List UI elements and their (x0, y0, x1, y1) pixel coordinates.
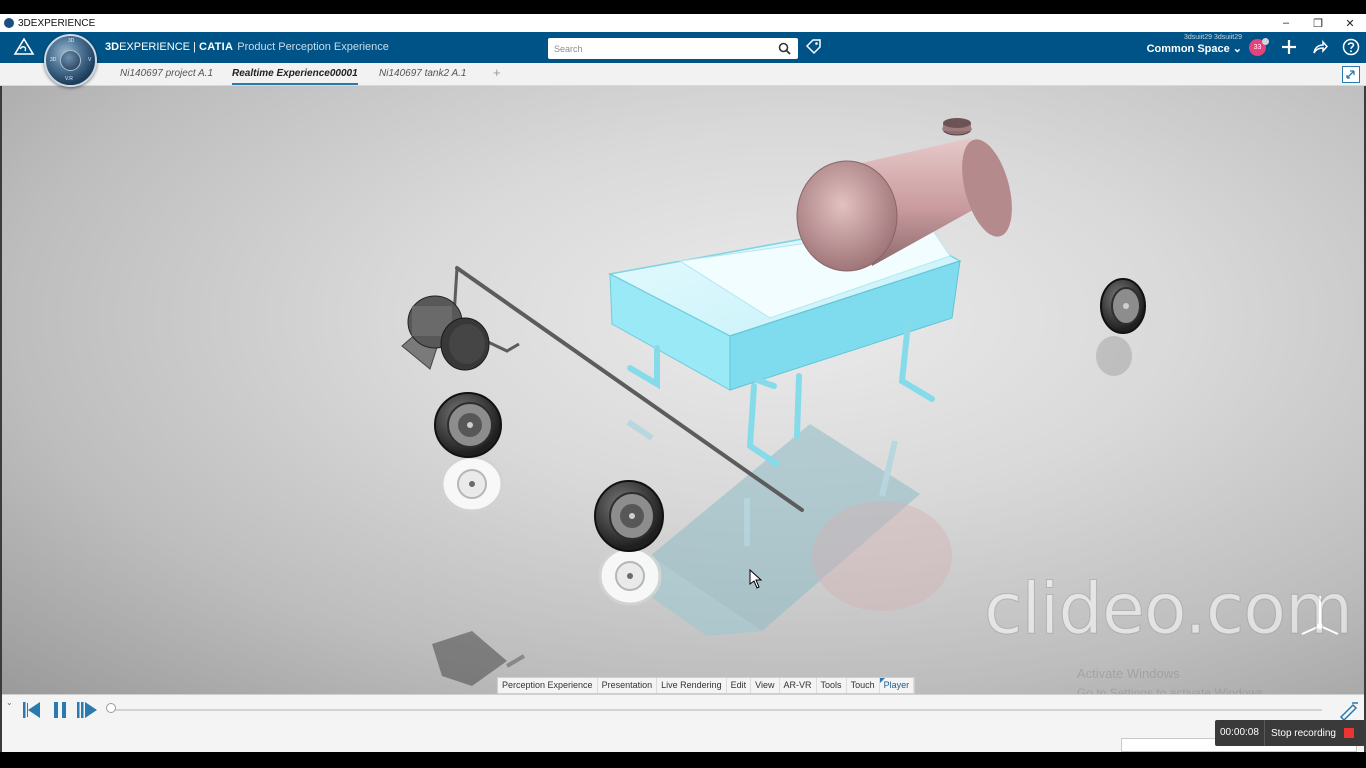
compass-label-bottom: V.R (65, 76, 73, 82)
user-names: 3dsuiit29 3dsuiit29 (1184, 34, 1242, 41)
action-tab-presentation[interactable]: Presentation (598, 678, 658, 693)
brand-subtitle: Product Perception Experience (237, 41, 389, 53)
user-block[interactable]: 3dsuiit29 3dsuiit29 Common Space ⌄ (1142, 34, 1242, 55)
record-settings-icon[interactable] (1338, 700, 1360, 720)
share-icon[interactable] (1311, 38, 1329, 56)
action-tab-live-rendering[interactable]: Live Rendering (657, 678, 727, 693)
tab-bar: Ni140697 project A.1 Realtime Experience… (0, 63, 1366, 86)
search-icon[interactable] (778, 42, 791, 55)
action-tab-touch[interactable]: Touch (847, 678, 880, 693)
collapse-button[interactable] (1342, 66, 1360, 83)
compass-label-top: 3D (68, 38, 75, 44)
compass-label-left: 3D (50, 57, 57, 63)
compass-center[interactable] (60, 50, 81, 71)
add-icon[interactable] (1280, 38, 1298, 56)
help-icon[interactable] (1342, 38, 1360, 56)
app-icon (4, 18, 14, 28)
window-title: 3DEXPERIENCE (18, 17, 96, 29)
reflection-wheel-left (440, 455, 504, 513)
restore-button[interactable]: ❐ (1302, 14, 1334, 32)
reflection-tank (812, 501, 952, 611)
action-tab-perception-experience[interactable]: Perception Experience (498, 678, 598, 693)
brand-experience: EXPERIENCE (119, 41, 190, 53)
activate-windows-title: Activate Windows (1077, 666, 1180, 681)
tag-icon[interactable] (805, 38, 823, 56)
space-selector[interactable]: Common Space ⌄ (1142, 42, 1242, 55)
timeline-slider-handle[interactable] (106, 703, 116, 713)
action-tab-tools[interactable]: Tools (817, 678, 847, 693)
add-tab-button[interactable]: + (493, 65, 501, 80)
bottom-black-strip (0, 752, 1366, 768)
collapse-icon (1346, 70, 1355, 79)
brand-3d: 3D (105, 41, 120, 53)
recording-widget: 00:00:08 Stop recording (1215, 720, 1365, 746)
ds-logo-icon[interactable] (12, 36, 36, 60)
tab-realtime-experience[interactable]: Realtime Experience00001 (232, 63, 358, 85)
window-controls: – ❐ ✕ (1270, 14, 1366, 32)
reflection-wheel-front (598, 546, 662, 606)
close-button[interactable]: ✕ (1334, 14, 1366, 32)
action-tab-ar-vr[interactable]: AR-VR (780, 678, 817, 693)
minimize-button[interactable]: – (1270, 14, 1302, 32)
stop-recording-button[interactable]: Stop recording (1265, 728, 1342, 739)
player-menu-chevron-icon[interactable]: ⌄ (6, 698, 13, 707)
compass-widget[interactable]: 3D 3D V V.R (44, 34, 97, 87)
chassis-body (607, 222, 962, 391)
top-black-strip (0, 0, 1366, 14)
search-input[interactable] (548, 38, 768, 59)
activate-windows-text: Go to Settings to activate Windows. (1077, 686, 1267, 694)
action-tab-view[interactable]: View (751, 678, 780, 693)
action-bar: Perception Experience Presentation Live … (497, 677, 916, 694)
reflection-wheel-right (1096, 336, 1132, 376)
player-bar: ⌄ (2, 694, 1364, 724)
action-tab-player[interactable]: Player (879, 678, 915, 693)
wheel-right (1100, 278, 1146, 334)
timeline-track[interactable] (112, 709, 1322, 711)
watermark-text: clideo.com (983, 568, 1353, 651)
step-back-icon[interactable] (20, 700, 42, 720)
notification-badge[interactable]: 33 (1249, 38, 1269, 56)
brand-app: CATIA (198, 41, 234, 53)
pause-icon[interactable] (49, 700, 71, 720)
tab-tank2[interactable]: Ni140697 tank2 A.1 (379, 63, 466, 85)
wheel-left (434, 392, 502, 458)
search-box (548, 38, 798, 59)
step-forward-icon[interactable] (76, 700, 98, 720)
recording-timer: 00:00:08 (1215, 720, 1265, 746)
action-tab-edit[interactable]: Edit (727, 678, 752, 693)
compass-label-right: V (88, 57, 92, 63)
motor-part (401, 295, 490, 371)
brand-separator: | (189, 41, 199, 53)
tab-project[interactable]: Ni140697 project A.1 (120, 63, 213, 85)
brand-title: 3DEXPERIENCE | CATIA Product Perception E… (105, 41, 389, 53)
window-titlebar: 3DEXPERIENCE – ❐ ✕ (0, 14, 1366, 32)
stop-icon[interactable] (1343, 728, 1354, 738)
left-border (0, 86, 2, 752)
wheel-front (594, 480, 664, 552)
